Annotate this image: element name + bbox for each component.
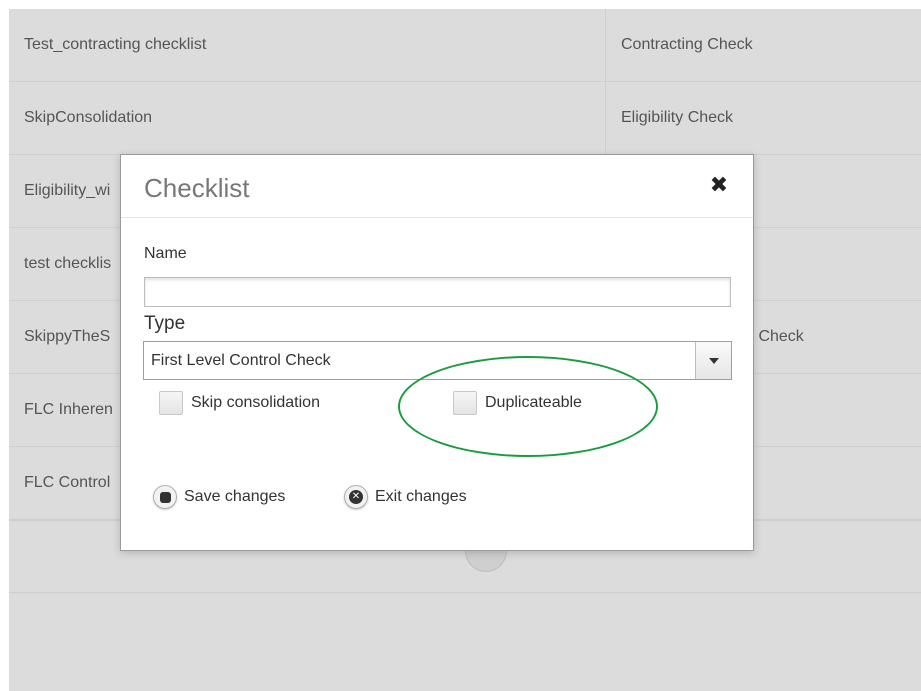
skip-consolidation-label: Skip consolidation [191,394,320,411]
table-row[interactable]: SkipConsolidation Eligibility Check [9,82,921,155]
table-cell-type: Contracting Check [621,36,753,53]
table-cell-name: SkipConsolidation [9,82,606,154]
dialog-title: Checklist [144,173,250,203]
checklist-dialog: Checklist ✖ Name Type First Level Contro… [120,154,754,551]
save-changes-button[interactable]: Save changes [153,485,285,509]
chevron-down-icon [708,357,719,364]
duplicateable-checkbox[interactable] [453,391,477,415]
type-select[interactable]: First Level Control Check [143,341,732,380]
exit-changes-button[interactable]: ✕ Exit changes [344,485,467,509]
table-cell-type: Eligibility Check [621,109,734,126]
save-icon [153,485,177,509]
table-cell-name: Test_contracting checklist [9,9,606,81]
type-label: Type [144,313,186,334]
dialog-header: Checklist ✖ [121,155,753,218]
table-row[interactable]: Test_contracting checklist Contracting C… [9,9,921,82]
name-label: Name [144,245,187,262]
save-changes-label: Save changes [184,488,286,505]
name-input[interactable] [144,277,731,307]
close-circle-icon: ✕ [344,485,368,509]
exit-changes-label: Exit changes [375,488,467,505]
type-select-toggle[interactable] [695,342,731,379]
duplicateable-option[interactable]: Duplicateable [453,391,582,415]
skip-consolidation-option[interactable]: Skip consolidation [159,391,320,415]
skip-consolidation-checkbox[interactable] [159,391,183,415]
close-icon[interactable]: ✖ [709,174,729,196]
type-select-value: First Level Control Check [151,352,331,369]
duplicateable-label: Duplicateable [485,394,582,411]
